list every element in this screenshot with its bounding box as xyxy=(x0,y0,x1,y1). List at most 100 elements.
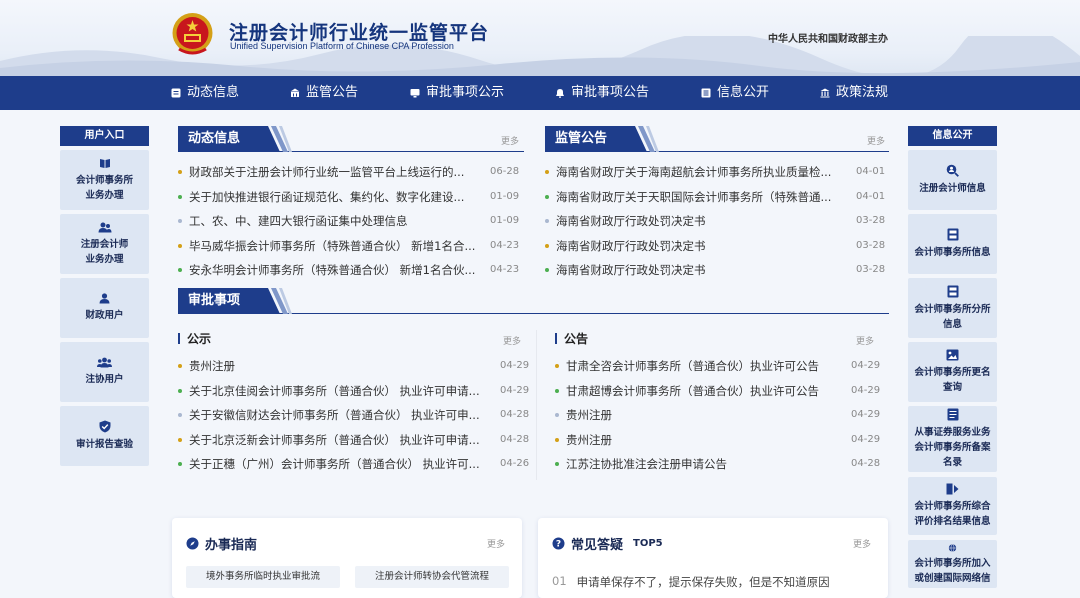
list-item[interactable]: 贵州注册 xyxy=(555,428,612,452)
announcement-title: 公告 xyxy=(564,332,589,346)
list-item[interactable]: 关于安徽信财达会计师事务所（普通合伙） 执业许可申... xyxy=(178,403,480,427)
nav-label: 政策法规 xyxy=(836,85,889,100)
list-item-title: 关于正穗（广州）会计师事务所（普通合伙） 执业许可... xyxy=(189,457,480,471)
list-item[interactable]: 贵州注册 xyxy=(555,403,612,427)
guide-button-overseas-firm[interactable]: 境外事务所临时执业审批流 xyxy=(186,566,340,588)
list-item[interactable]: 海南省财政厅行政处罚决定书 xyxy=(545,209,706,233)
list-item-title: 工、农、中、建四大银行函证集中处理信息 xyxy=(189,214,408,228)
tab-dynamic[interactable]: 动态信息 xyxy=(178,126,258,152)
faq-badge: TOP5 xyxy=(633,538,663,549)
nav-label: 审批事项公告 xyxy=(571,85,650,100)
tab-supervision[interactable]: 监管公告 xyxy=(545,126,625,152)
svg-text:?: ? xyxy=(556,540,561,550)
group-icon xyxy=(97,357,112,368)
sidebar-item-label: 会计师事务所信息 xyxy=(914,247,991,258)
sidebar-item-label: 会计师事务所综合 评价排名结果信息 xyxy=(914,501,991,527)
list-item-date: 04-28 xyxy=(500,433,530,445)
sidebar-item-rename-query[interactable]: 会计师事务所更名 查询 xyxy=(908,342,997,402)
more-link[interactable]: 更多 xyxy=(856,334,874,347)
sidebar-item-label: 会计师事务所 业务办理 xyxy=(75,174,133,201)
list-item[interactable]: 海南省财政厅行政处罚决定书 xyxy=(545,258,706,282)
sidebar-item-securities-registry[interactable]: 从事证券服务业务 会计师事务所备案 名录 xyxy=(908,406,997,472)
faq-item[interactable]: 01 申请单保存不了，提示保存失败，但是不知道原因 xyxy=(552,574,830,590)
sidebar-item-international-network[interactable]: 会计师事务所加入 或创建国际网络信 xyxy=(908,540,997,588)
sidebar-item-audit-report-check[interactable]: 审计报告查验 xyxy=(60,406,149,466)
more-link[interactable]: 更多 xyxy=(503,334,521,347)
sidebar-item-label: 注协用户 xyxy=(85,374,124,385)
sidebar-item-label: 会计师事务所更名 查询 xyxy=(914,367,991,393)
nav-item-policy[interactable]: 政策法规 xyxy=(820,76,888,110)
list-item-title: 海南省财政厅关于天职国际会计师事务所（特殊普通... xyxy=(556,189,832,204)
sidebar-item-association-user[interactable]: 注协用户 xyxy=(60,342,149,402)
list-item-date: 01-09 xyxy=(490,215,520,226)
bullet-dot xyxy=(178,194,182,199)
list-item-title: 甘肃全咨会计师事务所（普通合伙）执业许可公告 xyxy=(566,359,819,373)
tab-stripes xyxy=(258,126,292,152)
bullet-dot xyxy=(545,268,549,272)
bell-icon xyxy=(556,89,564,98)
site-header: 注册会计师行业统一监管平台 Unified Supervision Platfo… xyxy=(0,0,1080,76)
list-item[interactable]: 江苏注协批准注会注册申请公告 xyxy=(555,452,727,476)
building-icon xyxy=(820,88,830,98)
list-item-date: 04-26 xyxy=(500,458,530,469)
bullet-dot xyxy=(545,219,549,223)
book-icon xyxy=(99,158,110,168)
bullet-dot xyxy=(178,388,182,393)
list-item[interactable]: 毕马威华振会计师事务所（特殊普通合伙） 新增1名合... xyxy=(178,234,475,258)
list-item[interactable]: 财政部关于注册会计师行业统一监管平台上线运行的... xyxy=(178,160,464,184)
sidebar-item-cpa-info[interactable]: 注册会计师信息 xyxy=(908,150,997,210)
guide-button-cpa-transfer[interactable]: 注册会计师转协会代管流程 xyxy=(355,566,509,588)
list-item-date: 01-09 xyxy=(490,190,520,202)
list-item[interactable]: 关于加快推进银行函证规范化、集约化、数字化建设... xyxy=(178,185,464,209)
list-item[interactable]: 安永华明会计师事务所（特殊普通合伙） 新增1名合伙... xyxy=(178,258,475,282)
list-item[interactable]: 甘肃全咨会计师事务所（普通合伙）执业许可公告 xyxy=(555,354,819,378)
sidebar-item-cpa-business[interactable]: 注册会计师 业务办理 xyxy=(60,214,149,274)
more-link[interactable]: 更多 xyxy=(501,134,519,147)
nav-item-dynamic[interactable]: 动态信息 xyxy=(171,76,239,110)
sidebar-item-branch-info[interactable]: 会计师事务所分所 信息 xyxy=(908,278,997,338)
list-item-title: 毕马威华振会计师事务所（特殊普通合伙） 新增1名合... xyxy=(189,238,476,253)
nav-item-supervision[interactable]: 监管公告 xyxy=(290,76,358,110)
list-icon xyxy=(701,88,711,98)
site-subtitle: Unified Supervision Platform of Chinese … xyxy=(230,41,454,51)
nav-item-approval-publicity[interactable]: 审批事项公示 xyxy=(410,76,504,110)
list-item[interactable]: 贵州注册 xyxy=(178,354,235,378)
image-icon xyxy=(946,349,959,361)
list-item-title: 关于安徽信财达会计师事务所（普通合伙） 执业许可申... xyxy=(189,408,480,422)
list-item[interactable]: 关于正穗（广州）会计师事务所（普通合伙） 执业许可... xyxy=(178,452,480,476)
guide-title: 办事指南 xyxy=(205,538,258,553)
list-item[interactable]: 海南省财政厅行政处罚决定书 xyxy=(545,234,706,258)
list-item-title: 安永华明会计师事务所（特殊普通合伙） 新增1名合伙... xyxy=(189,263,476,277)
sidebar-item-label: 审计报告查验 xyxy=(75,439,133,450)
bullet-dot xyxy=(178,219,182,223)
list-item[interactable]: 工、农、中、建四大银行函证集中处理信息 xyxy=(178,209,408,233)
search-user-icon xyxy=(946,164,959,177)
list-item[interactable]: 海南省财政厅关于海南超航会计师事务所执业质量检... xyxy=(545,160,831,184)
list-item[interactable]: 甘肃超博会计师事务所（普通合伙）执业许可公告 xyxy=(555,379,819,403)
national-emblem-icon xyxy=(172,13,213,55)
more-link[interactable]: 更多 xyxy=(487,537,505,550)
bullet-dot xyxy=(178,243,182,248)
sidebar-item-finance-user[interactable]: 财政用户 xyxy=(60,278,149,338)
sidebar-item-firm-business[interactable]: 会计师事务所 业务办理 xyxy=(60,150,149,210)
sidebar-item-firm-info[interactable]: 会计师事务所信息 xyxy=(908,214,997,274)
more-link[interactable]: 更多 xyxy=(853,537,871,550)
sidebar-item-ranking-info[interactable]: 会计师事务所综合 评价排名结果信息 xyxy=(908,477,997,535)
cabinet-icon xyxy=(947,228,958,241)
bullet-dot xyxy=(545,194,549,199)
bullet-dot xyxy=(555,413,559,417)
sidebar-item-label: 注册会计师信息 xyxy=(919,183,986,194)
bank-icon xyxy=(290,88,300,97)
users-icon xyxy=(98,222,111,232)
list-item[interactable]: 海南省财政厅关于天职国际会计师事务所（特殊普通... xyxy=(545,185,831,209)
list-item[interactable]: 关于北京佳阅会计师事务所（普通合伙） 执业许可申请... xyxy=(178,379,480,403)
list-item[interactable]: 关于北京泛新会计师事务所（普通合伙） 执业许可申请... xyxy=(178,428,480,452)
bullet-dot xyxy=(555,364,559,368)
news-icon xyxy=(171,88,181,98)
nav-item-approval-announcement[interactable]: 审批事项公告 xyxy=(555,76,649,110)
list-item-title: 贵州注册 xyxy=(566,432,612,447)
list-item-title: 财政部关于注册会计师行业统一监管平台上线运行的... xyxy=(189,165,465,179)
tab-approval[interactable]: 审批事项 xyxy=(178,288,258,314)
nav-item-info-public[interactable]: 信息公开 xyxy=(701,76,769,110)
more-link[interactable]: 更多 xyxy=(867,134,885,147)
